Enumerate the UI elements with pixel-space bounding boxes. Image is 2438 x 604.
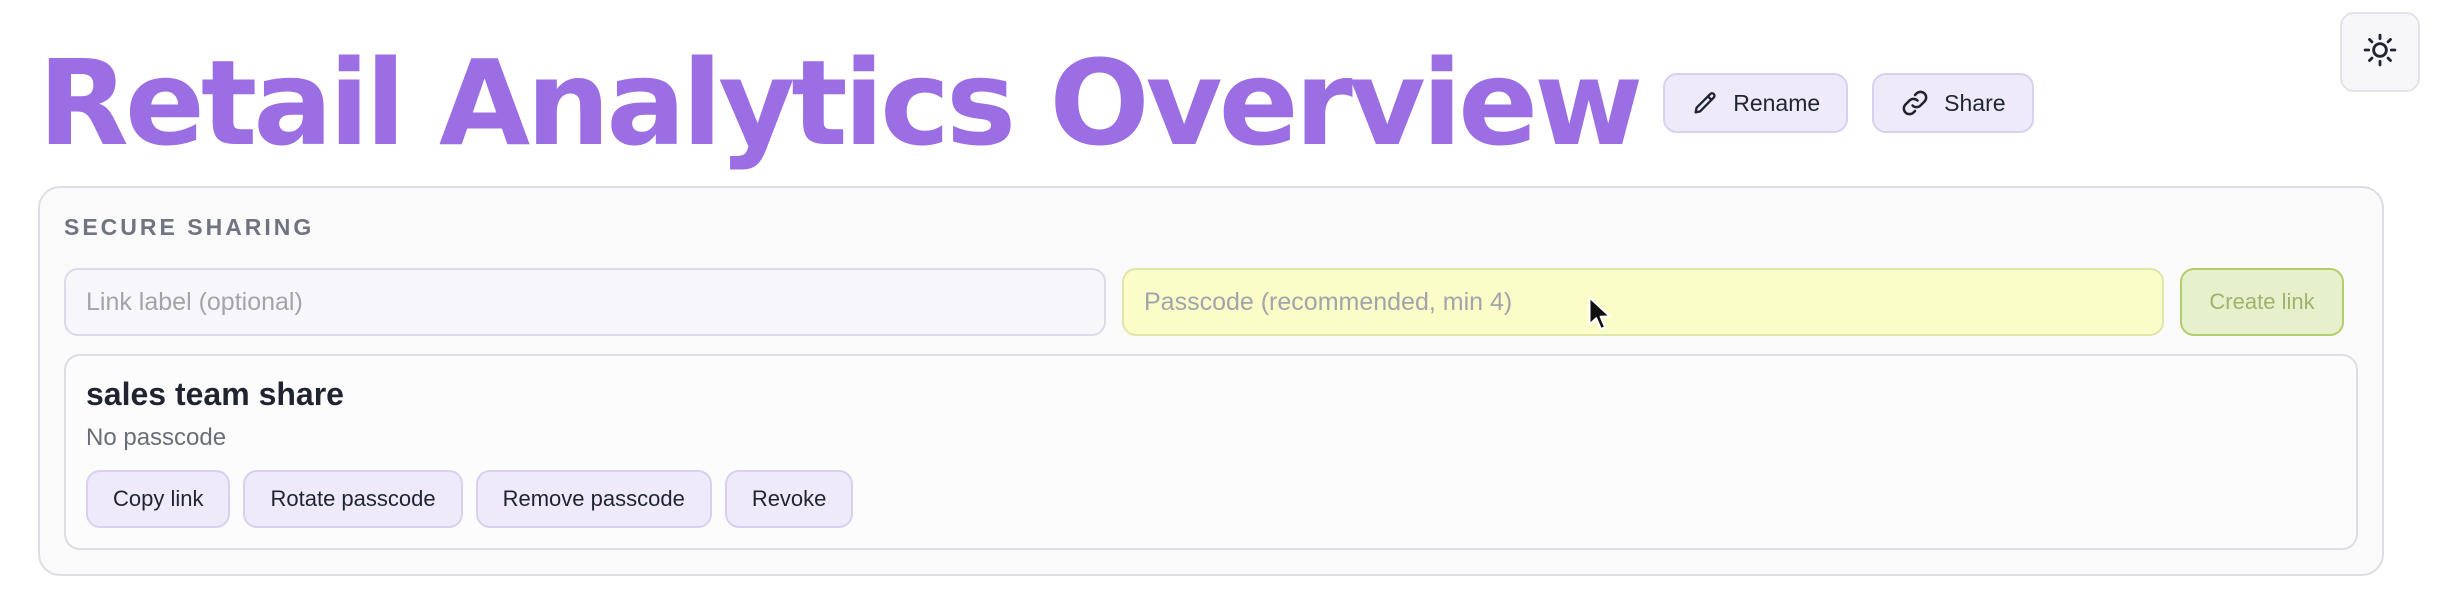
page-title: Retail Analytics Overview — [38, 34, 1643, 172]
link-actions: Copy link Rotate passcode Remove passcod… — [86, 470, 854, 528]
page-header: Retail Analytics Overview Rename Share — [38, 28, 2034, 178]
create-link-button[interactable]: Create link — [2180, 268, 2344, 336]
share-label: Share — [1944, 89, 2006, 116]
remove-passcode-button[interactable]: Remove passcode — [475, 470, 712, 528]
share-link-item: sales team share No passcode Copy link R… — [64, 354, 2358, 550]
theme-toggle-button[interactable] — [2340, 12, 2420, 92]
create-link-label: Create link — [2209, 289, 2315, 314]
link-label-input[interactable]: Link label (optional) — [64, 268, 1106, 336]
revoke-button[interactable]: Revoke — [724, 470, 854, 528]
secure-sharing-card: SECURE SHARING Link label (optional) Pas… — [38, 186, 2384, 576]
link-label-placeholder: Link label (optional) — [86, 287, 303, 316]
rename-label: Rename — [1733, 89, 1821, 116]
pencil-icon — [1691, 89, 1719, 117]
mouse-cursor-icon — [1588, 296, 1611, 330]
copy-link-button[interactable]: Copy link — [86, 470, 231, 528]
passcode-input[interactable]: Passcode (recommended, min 4) — [1122, 268, 2164, 336]
passcode-placeholder: Passcode (recommended, min 4) — [1144, 287, 1513, 316]
rename-button[interactable]: Rename — [1663, 73, 1849, 133]
section-label: SECURE SHARING — [64, 214, 315, 240]
link-name: sales team share — [86, 376, 344, 412]
link-passcode-status: No passcode — [86, 424, 227, 451]
share-button[interactable]: Share — [1872, 73, 2034, 133]
sun-icon — [2363, 33, 2397, 72]
link-icon — [1900, 88, 1930, 118]
rotate-passcode-button[interactable]: Rotate passcode — [243, 470, 463, 528]
